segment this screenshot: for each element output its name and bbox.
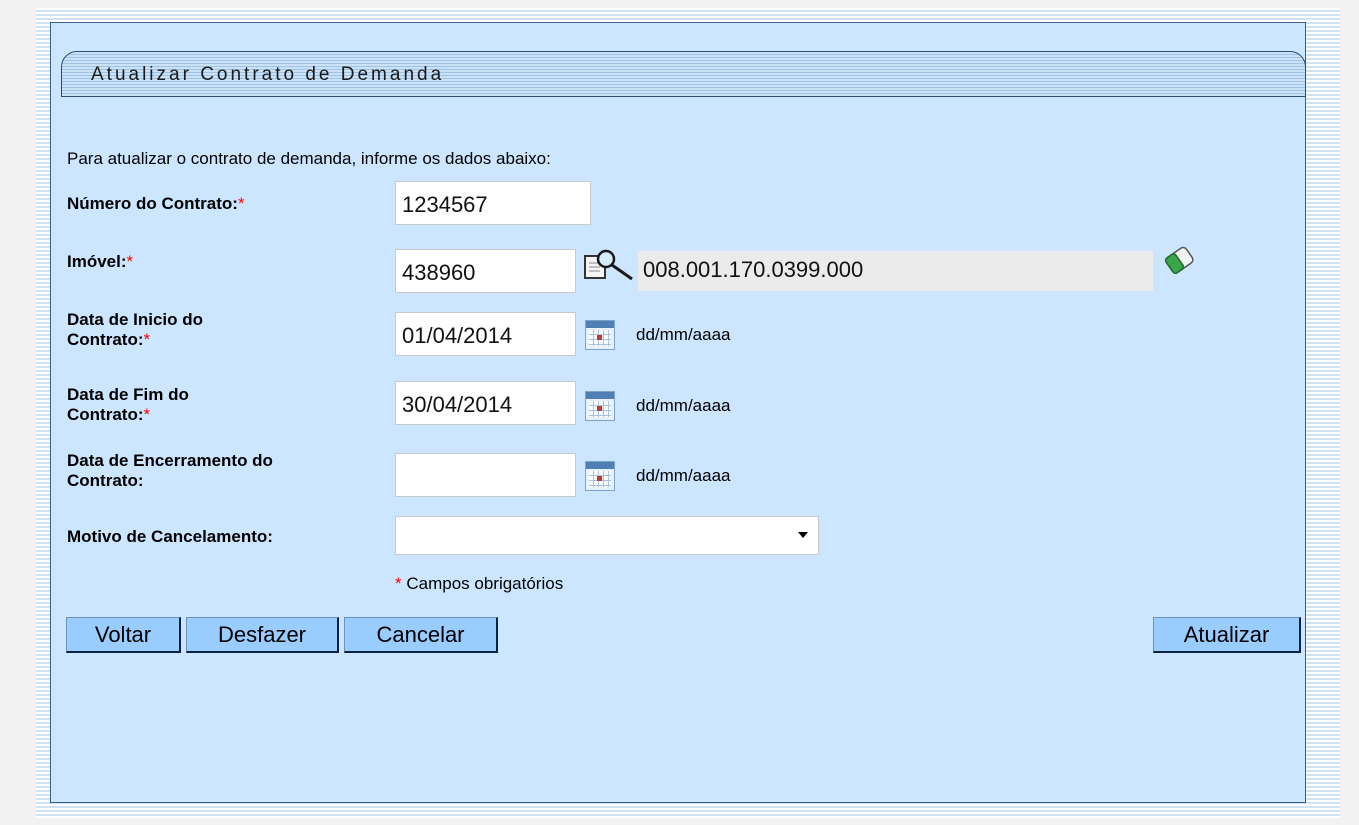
required-fields-note: * Campos obrigatórios — [395, 574, 563, 594]
imovel-inscricao-field: 008.001.170.0399.000 — [638, 251, 1153, 291]
data-encerramento-format-hint: dd/mm/aaaa — [636, 466, 731, 485]
imovel-label-text: Imóvel: — [67, 252, 127, 271]
data-encerramento-label-line2: Contrato: — [67, 471, 144, 490]
numero-contrato-label: Número do Contrato:* — [67, 194, 245, 214]
voltar-button[interactable]: Voltar — [66, 617, 181, 653]
data-inicio-input[interactable] — [395, 312, 576, 356]
eraser-icon[interactable] — [1156, 242, 1204, 280]
required-mark: * — [237, 194, 245, 213]
required-mark: * — [143, 330, 151, 349]
magnifier-document-icon[interactable] — [582, 248, 634, 282]
data-inicio-format-hint: dd/mm/aaaa — [636, 325, 731, 344]
calendar-icon[interactable] — [585, 461, 615, 491]
data-encerramento-label: Data de Encerramento do Contrato: — [67, 451, 273, 491]
calendar-icon[interactable] — [585, 320, 615, 350]
data-fim-label-line1: Data de Fim do — [67, 385, 189, 404]
motivo-cancelamento-select[interactable] — [395, 516, 819, 555]
data-inicio-label-line2: Contrato: — [67, 330, 144, 349]
data-fim-label-line2: Contrato: — [67, 405, 144, 424]
instructions-text: Para atualizar o contrato de demanda, in… — [67, 149, 551, 168]
data-fim-format-hint: dd/mm/aaaa — [636, 396, 731, 415]
numero-contrato-input[interactable] — [395, 181, 591, 225]
data-encerramento-label-line1: Data de Encerramento do — [67, 451, 273, 470]
required-note-mark: * — [395, 574, 402, 593]
numero-contrato-label-text: Número do Contrato: — [67, 194, 238, 213]
cancelar-button[interactable]: Cancelar — [344, 617, 498, 653]
data-encerramento-input[interactable] — [395, 453, 576, 497]
atualizar-button[interactable]: Atualizar — [1153, 617, 1301, 653]
required-mark: * — [126, 252, 134, 271]
data-fim-input[interactable] — [395, 381, 576, 425]
motivo-cancelamento-label: Motivo de Cancelamento: — [67, 527, 273, 546]
imovel-input[interactable] — [395, 249, 576, 293]
data-fim-label: Data de Fim do Contrato:* — [67, 385, 189, 425]
page-title: Atualizar Contrato de Demanda — [91, 64, 445, 85]
required-mark: * — [143, 405, 151, 424]
data-inicio-label-line1: Data de Inicio do — [67, 310, 204, 329]
required-note-text: Campos obrigatórios — [401, 574, 564, 593]
calendar-icon[interactable] — [585, 391, 615, 421]
imovel-label: Imóvel:* — [67, 252, 133, 272]
desfazer-button[interactable]: Desfazer — [186, 617, 339, 653]
chevron-down-icon — [798, 532, 808, 538]
data-inicio-label: Data de Inicio do Contrato:* — [67, 310, 203, 350]
